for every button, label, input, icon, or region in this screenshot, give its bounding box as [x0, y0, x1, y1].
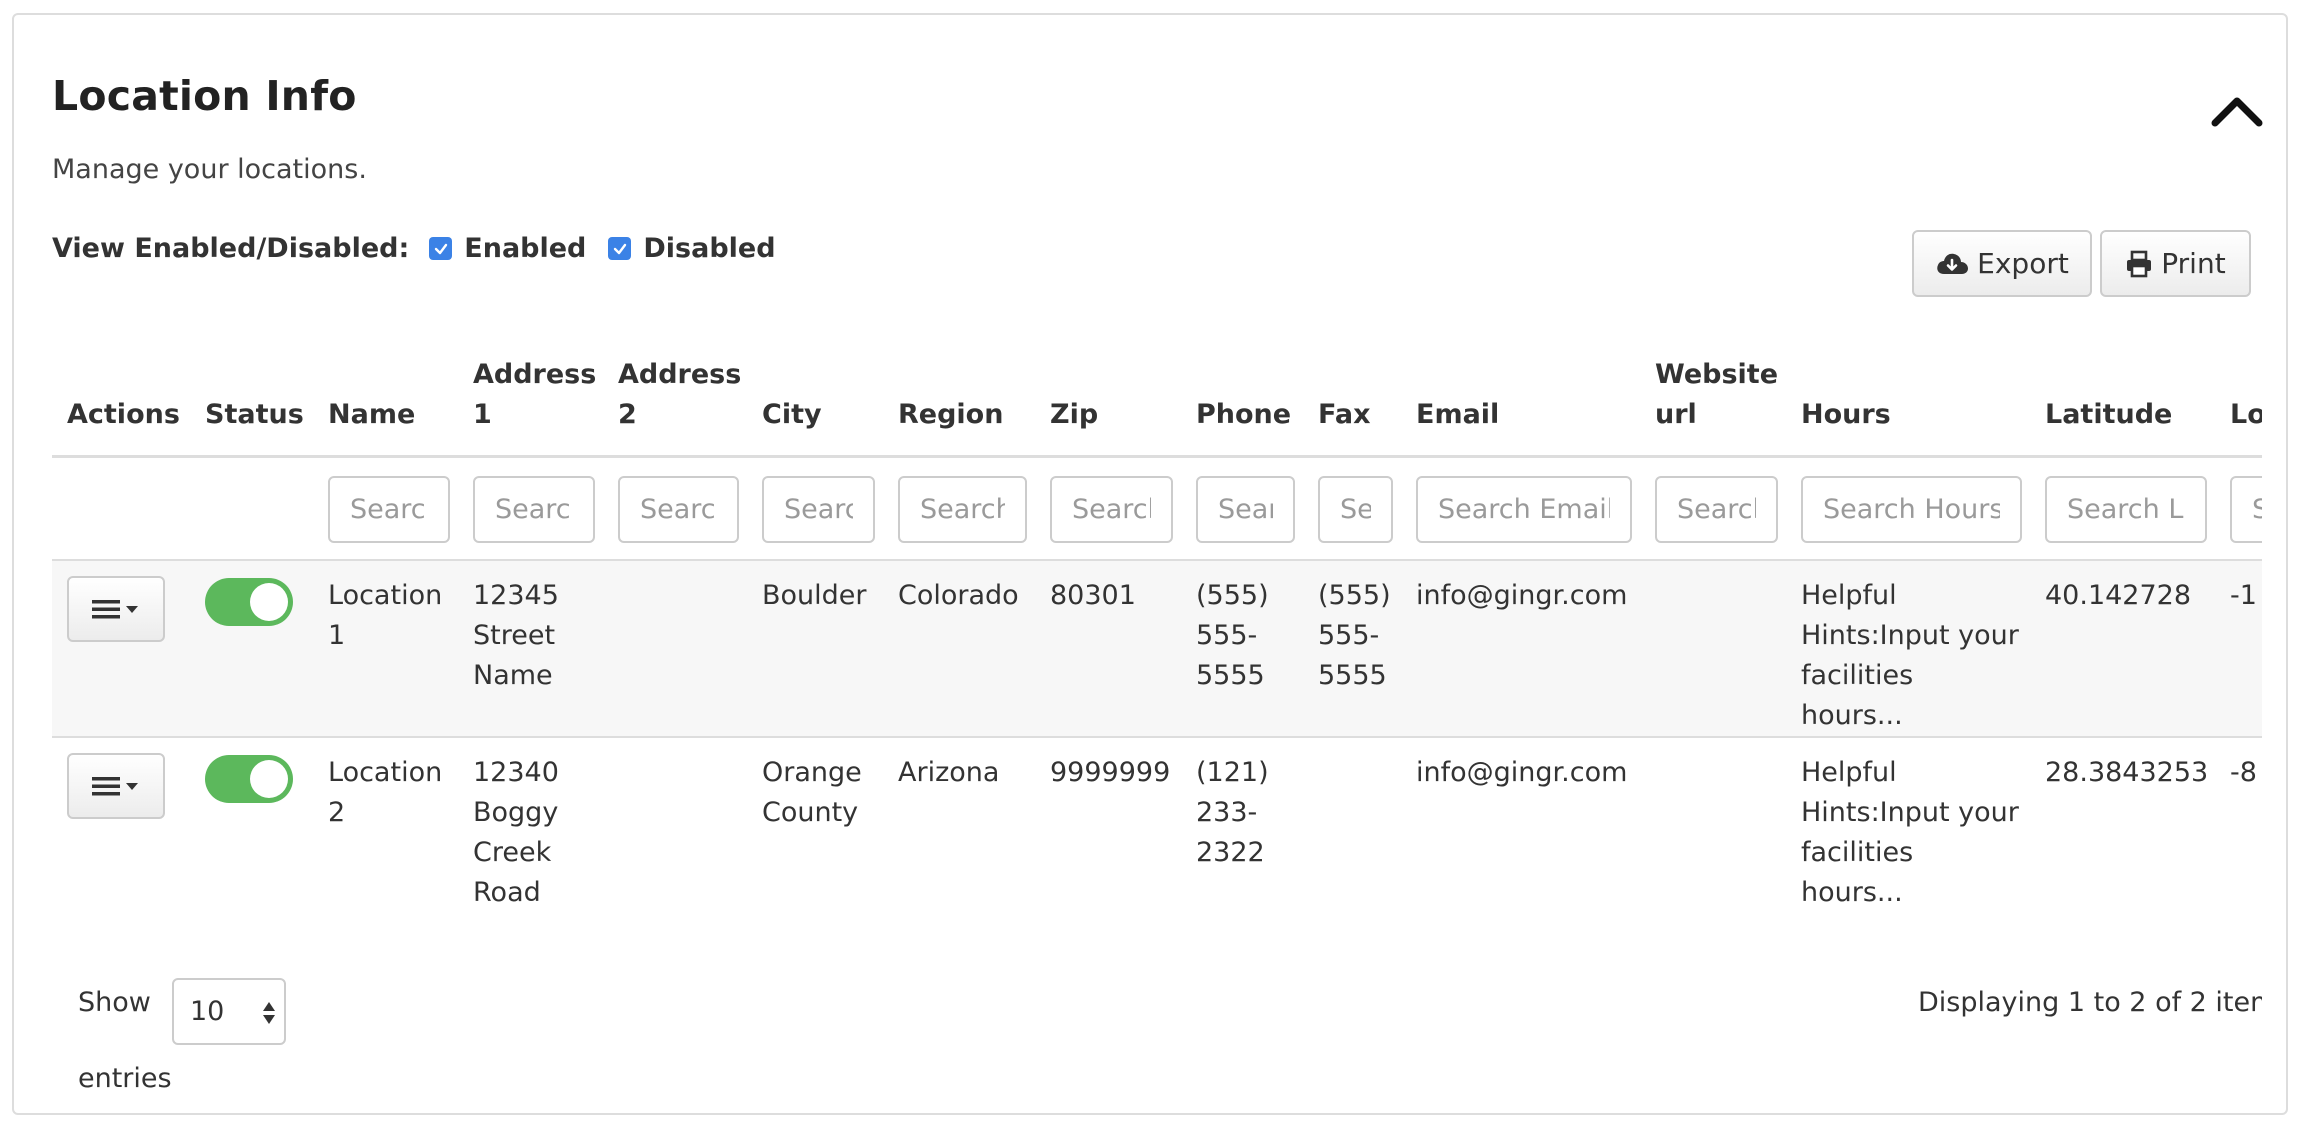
entries-label: entries [78, 1063, 172, 1094]
checkbox-checked-icon [608, 237, 632, 260]
row-actions-dropdown[interactable] [67, 753, 165, 819]
table-search-row [52, 456, 2262, 561]
search-cell-status [190, 456, 313, 561]
column-header-region[interactable]: Region [883, 355, 1035, 458]
select-arrows-icon [263, 1002, 275, 1024]
cell-fax [1303, 737, 1401, 913]
column-header-address2[interactable]: Address 2 [603, 355, 747, 458]
column-header-hours[interactable]: Hours [1786, 355, 2030, 458]
cell-city: Boulder [762, 580, 867, 611]
cell-address1: 12340 Boggy Creek Road [473, 757, 559, 908]
column-header-phone[interactable]: Phone [1181, 355, 1303, 458]
cell-address2 [603, 560, 747, 737]
column-header-zip[interactable]: Zip [1035, 355, 1181, 458]
disabled-checkbox[interactable]: Disabled [608, 233, 776, 264]
cell-latitude: 40.142728 [2045, 580, 2192, 611]
export-label: Export [1977, 247, 2069, 280]
cloud-download-icon [1937, 253, 1969, 274]
search-hours-input[interactable] [1801, 476, 2022, 543]
search-latitude-input[interactable] [2045, 476, 2207, 543]
hamburger-caret-icon [92, 600, 138, 619]
show-label: Show [78, 987, 151, 1018]
status-toggle[interactable] [205, 755, 293, 803]
filter-label: View Enabled/Disabled: [52, 233, 410, 264]
row-actions-dropdown[interactable] [67, 576, 165, 642]
enabled-label: Enabled [464, 233, 587, 264]
cell-name: Location 1 [328, 580, 443, 651]
status-filter: View Enabled/Disabled: Enabled Disabled [52, 233, 798, 264]
disabled-label: Disabled [643, 233, 776, 264]
column-header-address1[interactable]: Address 1 [458, 355, 603, 458]
column-header-longitude[interactable]: Longitude [2215, 355, 2262, 458]
cell-latitude: 28.3843253 [2045, 757, 2209, 788]
collapse-button[interactable] [2209, 91, 2265, 131]
hamburger-caret-icon [92, 777, 138, 796]
chevron-up-icon [2211, 97, 2263, 127]
cell-address2 [603, 737, 747, 913]
cell-phone: (121) 233-2322 [1196, 757, 1269, 868]
table-row: Location 2 12340 Boggy Creek Road Orange… [52, 737, 2262, 913]
cell-website [1640, 737, 1786, 913]
print-label: Print [2161, 247, 2226, 280]
checkbox-checked-icon [429, 237, 453, 260]
export-button[interactable]: Export [1912, 230, 2092, 297]
cell-website [1640, 560, 1786, 737]
search-city-input[interactable] [762, 476, 875, 543]
page-size-value: 10 [190, 996, 225, 1027]
search-zip-input[interactable] [1050, 476, 1173, 543]
cell-zip: 9999999 [1050, 757, 1171, 788]
search-longitude-input[interactable] [2230, 476, 2262, 543]
cell-longitude: -1 [2230, 580, 2257, 611]
cell-name: Location 2 [328, 757, 443, 828]
column-header-email[interactable]: Email [1401, 355, 1640, 458]
toggle-knob [250, 583, 288, 621]
cell-zip: 80301 [1050, 580, 1136, 611]
print-button[interactable]: Print [2100, 230, 2251, 297]
cell-fax: (555) 555-5555 [1318, 580, 1391, 691]
search-email-input[interactable] [1416, 476, 1632, 543]
column-header-name[interactable]: Name [313, 355, 458, 458]
cell-region: Colorado [898, 580, 1019, 611]
cell-email: info@gingr.com [1416, 757, 1628, 788]
search-fax-input[interactable] [1318, 476, 1393, 543]
toggle-knob [250, 760, 288, 798]
search-cell-actions [52, 456, 190, 561]
locations-table-container: Actions Status Name Address 1 Address 2 … [52, 355, 2262, 915]
cell-address1: 12345 Street Name [473, 580, 559, 691]
cell-city: Orange County [762, 757, 862, 828]
column-header-city[interactable]: City [747, 355, 883, 458]
search-address1-input[interactable] [473, 476, 595, 543]
cell-phone: (555) 555-5555 [1196, 580, 1269, 691]
cell-hours: Helpful Hints:Input your facilities hour… [1801, 757, 2019, 908]
search-website-input[interactable] [1655, 476, 1778, 543]
pagination-summary: Displaying 1 to 2 of 2 items [1918, 987, 2262, 1018]
cell-longitude: -8 [2230, 757, 2257, 788]
column-header-actions: Actions [52, 355, 190, 458]
table-header-row: Actions Status Name Address 1 Address 2 … [52, 355, 2262, 458]
locations-table: Actions Status Name Address 1 Address 2 … [52, 355, 2262, 913]
page-size-select[interactable]: 10 [172, 978, 286, 1045]
column-header-latitude[interactable]: Latitude [2030, 355, 2215, 458]
search-name-input[interactable] [328, 476, 450, 543]
cell-hours: Helpful Hints:Input your facilities hour… [1801, 580, 2019, 731]
cell-email: info@gingr.com [1416, 580, 1628, 611]
page-title: Location Info [52, 72, 357, 120]
search-phone-input[interactable] [1196, 476, 1295, 543]
column-header-status[interactable]: Status [190, 355, 313, 458]
column-header-fax[interactable]: Fax [1303, 355, 1401, 458]
page-subtitle: Manage your locations. [52, 154, 367, 185]
printer-icon [2127, 250, 2152, 277]
cell-region: Arizona [898, 757, 1000, 788]
column-header-website[interactable]: Website url [1640, 355, 1786, 458]
search-region-input[interactable] [898, 476, 1027, 543]
enabled-checkbox[interactable]: Enabled [429, 233, 586, 264]
table-row: Location 1 12345 Street Name Boulder Col… [52, 560, 2262, 737]
search-address2-input[interactable] [618, 476, 739, 543]
location-info-panel: Location Info Manage your locations. Vie… [12, 13, 2288, 1115]
status-toggle[interactable] [205, 578, 293, 626]
